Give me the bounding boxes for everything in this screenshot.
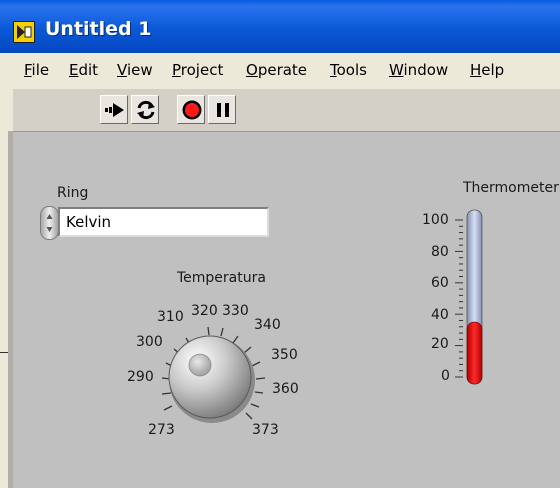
- menu-view[interactable]: View: [117, 61, 153, 79]
- ring-label: Ring: [57, 185, 89, 201]
- menu-operate[interactable]: Operate: [246, 61, 307, 79]
- menu-window[interactable]: Window: [389, 61, 448, 79]
- thermometer-indicator: [455, 209, 483, 385]
- up-down-arrows-icon: [46, 214, 53, 232]
- run-button[interactable]: [100, 95, 128, 124]
- abort-stop-icon: [182, 100, 202, 120]
- run-continuously-button[interactable]: [131, 95, 159, 124]
- knob-body: [168, 335, 252, 419]
- thermometer-ticks: [455, 219, 463, 378]
- pause-button[interactable]: [208, 95, 236, 124]
- thermometer-label: Thermometer: [463, 180, 559, 196]
- temperature-knob[interactable]: [120, 290, 300, 460]
- toolbar: [0, 89, 560, 132]
- ring-value: Kelvin: [66, 213, 112, 231]
- pause-icon: [217, 103, 229, 117]
- thermometer-scale-label: 60: [431, 275, 449, 291]
- menu-help[interactable]: Help: [470, 61, 504, 79]
- ring-increment-decrement-arrows[interactable]: [40, 206, 59, 240]
- menu-project[interactable]: Project: [172, 61, 223, 79]
- labview-front-panel-window: Untitled 1 File Edit View Project Operat…: [0, 0, 560, 488]
- knob-grip-dimple: [188, 353, 212, 377]
- window-title: Untitled 1: [45, 18, 152, 40]
- run-arrow-icon: [105, 103, 124, 117]
- run-continuously-icon: [137, 100, 155, 120]
- knob-label: Temperatura: [177, 270, 266, 286]
- menu-bar: File Edit View Project Operate Tools Win…: [0, 53, 560, 90]
- thermometer-scale-label: 40: [431, 307, 449, 323]
- ring-control[interactable]: Kelvin: [58, 207, 269, 237]
- thermometer-scale-label: 20: [431, 336, 449, 352]
- menu-file[interactable]: File: [24, 61, 49, 79]
- thermometer-scale-label: 100: [422, 212, 449, 228]
- title-bar[interactable]: Untitled 1: [0, 0, 560, 53]
- panel-edge-marker: [0, 352, 8, 353]
- labview-vi-icon: [13, 21, 35, 43]
- abort-button[interactable]: [177, 95, 205, 124]
- thermometer-scale-label: 80: [431, 244, 449, 260]
- menu-edit[interactable]: Edit: [69, 61, 98, 79]
- menu-tools[interactable]: Tools: [330, 61, 367, 79]
- thermometer-fill: [466, 321, 483, 385]
